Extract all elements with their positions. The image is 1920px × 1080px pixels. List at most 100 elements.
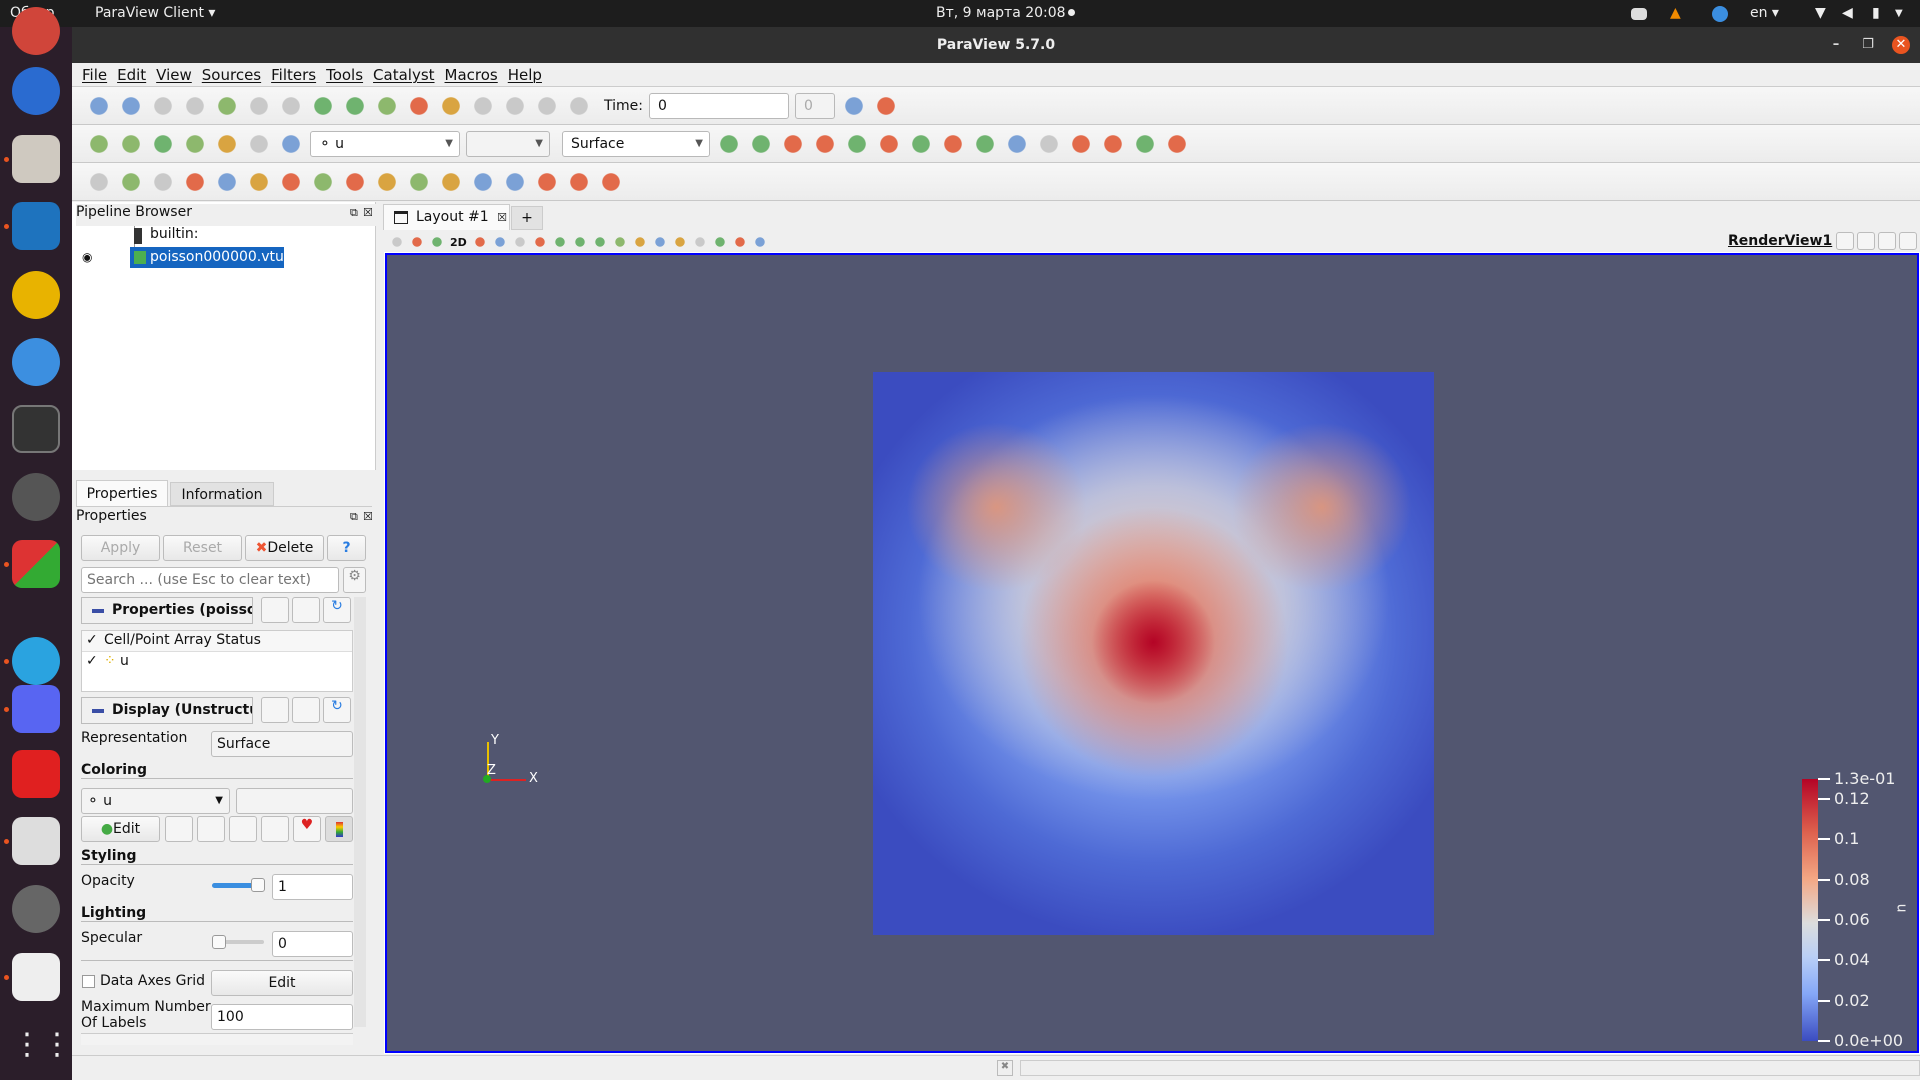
menu-tools[interactable]: Tools (326, 63, 363, 87)
software-icon[interactable] (12, 473, 60, 521)
reset-center-icon[interactable] (1132, 130, 1158, 157)
minimize-button[interactable]: – (1827, 36, 1845, 54)
menu-file[interactable]: File (82, 63, 107, 87)
opacity-slider-handle[interactable] (251, 878, 265, 892)
plot-data-icon[interactable] (470, 168, 496, 195)
representation-select[interactable]: Surface (211, 731, 353, 757)
language-selector[interactable]: en ▾ (1750, 5, 1779, 21)
slice-icon[interactable] (182, 168, 208, 195)
rotate-ccw-icon[interactable] (1036, 130, 1062, 157)
load-state-icon[interactable] (182, 92, 208, 119)
clear-selection-icon[interactable] (752, 235, 767, 249)
toggle-color-legend-icon[interactable] (86, 130, 112, 157)
warp-vector-icon[interactable] (342, 168, 368, 195)
properties-scrollbar[interactable] (354, 597, 366, 1027)
vlc-tray-icon[interactable]: ▲ (1670, 5, 1681, 21)
previous-frame-icon[interactable] (438, 92, 464, 119)
select-cells-on-icon[interactable] (492, 235, 507, 249)
split-vertical-icon[interactable] (1857, 232, 1875, 250)
loop-icon[interactable] (566, 92, 592, 119)
data-axes-grid-edit-button[interactable]: Edit (211, 970, 353, 996)
help-icon[interactable] (12, 338, 60, 386)
close-tab-icon[interactable]: ☒ (497, 211, 507, 224)
next-frame-icon[interactable] (502, 92, 528, 119)
connect-icon[interactable] (214, 92, 240, 119)
extract-subset-icon[interactable] (246, 168, 272, 195)
camera-undo-icon[interactable] (472, 235, 487, 249)
toggle-colorbar-icon[interactable] (325, 816, 353, 842)
volume-icon[interactable]: ◀ (1842, 5, 1853, 21)
reset-camera-icon[interactable] (310, 92, 336, 119)
select-block-icon[interactable] (572, 235, 587, 249)
undo-icon[interactable] (246, 92, 272, 119)
tab-information[interactable]: Information (170, 482, 274, 506)
system-menu-chevron-icon[interactable]: ▼ (1895, 8, 1903, 19)
output-messages-icon[interactable]: ✖ (997, 1060, 1013, 1076)
clock[interactable]: Вт, 9 марта 20:08 (936, 5, 1066, 21)
discord-tray-icon[interactable] (1631, 8, 1647, 20)
center-axes-icon[interactable] (1068, 130, 1094, 157)
specular-slider-handle[interactable] (212, 935, 226, 949)
glyph-icon[interactable] (278, 168, 304, 195)
telegram-icon[interactable] (12, 637, 60, 685)
pick-center-icon[interactable] (1100, 130, 1126, 157)
add-layout-tab-button[interactable]: + (511, 206, 543, 230)
timestep-spinbox[interactable]: 0 (794, 92, 835, 119)
play-icon[interactable] (470, 92, 496, 119)
float-panel-icon[interactable]: ⧉ (350, 206, 358, 220)
show-apps-icon[interactable]: ⋮⋮ (12, 1027, 72, 1075)
notes-icon[interactable] (12, 817, 60, 865)
help-button[interactable]: ? (327, 535, 366, 561)
files-icon[interactable] (12, 135, 60, 183)
close-panel-icon[interactable]: ☒ (363, 510, 373, 523)
zoom-to-box-icon[interactable] (780, 130, 806, 157)
redo-icon[interactable] (278, 92, 304, 119)
find-data-icon[interactable] (840, 92, 867, 119)
split-horizontal-icon[interactable] (1836, 232, 1854, 250)
menu-filters[interactable]: Filters (271, 63, 316, 87)
view-plus-y-icon[interactable] (876, 130, 902, 157)
color-array-select[interactable]: ⚬ u ▼ (310, 130, 460, 157)
view-minus-x-icon[interactable] (844, 130, 870, 157)
refresh-icon[interactable]: ↻ (323, 597, 351, 623)
render-view-name[interactable]: RenderView1 (1728, 233, 1832, 249)
select-polygon-cells-icon[interactable] (632, 235, 647, 249)
discord-icon[interactable] (12, 685, 60, 733)
wifi-icon[interactable]: ▼ (1815, 5, 1826, 21)
select-polygon-points-icon[interactable] (652, 235, 667, 249)
choose-preset-icon[interactable] (165, 816, 193, 842)
rescale-custom-icon[interactable] (229, 816, 257, 842)
menu-sources[interactable]: Sources (202, 63, 261, 87)
rescale-temporal-icon[interactable] (246, 130, 272, 157)
reset-view-icon[interactable] (390, 235, 404, 249)
palette-icon[interactable] (374, 92, 400, 119)
specular-input[interactable]: 0 (272, 931, 353, 957)
edit-colormap-icon[interactable] (118, 130, 144, 157)
group-datasets-icon[interactable] (374, 168, 400, 195)
close-button[interactable]: ✕ (1892, 36, 1910, 54)
rescale-range-icon[interactable] (197, 816, 225, 842)
view-minus-y-icon[interactable] (908, 130, 934, 157)
open-file-icon[interactable] (86, 92, 112, 119)
search-input[interactable] (81, 567, 339, 593)
copy-icon[interactable] (261, 597, 289, 623)
select-cells-with-icon[interactable] (532, 235, 547, 249)
menu-view[interactable]: View (156, 63, 192, 87)
tab-layout-1[interactable]: Layout #1 ☒ (383, 204, 510, 230)
hover-cells-icon[interactable] (732, 235, 747, 249)
terminal-icon[interactable] (12, 405, 60, 453)
close-view-icon[interactable] (1899, 232, 1917, 250)
copy-icon[interactable] (261, 697, 289, 723)
max-labels-input[interactable]: 100 (211, 1004, 353, 1030)
thunderbird-icon[interactable] (12, 67, 60, 115)
close-panel-icon[interactable]: ☒ (363, 206, 373, 219)
hover-points-icon[interactable] (712, 235, 727, 249)
histogram-icon[interactable] (502, 168, 528, 195)
view-plus-z-icon[interactable] (940, 130, 966, 157)
toggle-2d-button[interactable]: 2D (450, 236, 467, 249)
menu-catalyst[interactable]: Catalyst (373, 63, 434, 87)
coloring-array-select[interactable]: ⚬ u ▼ (81, 788, 230, 814)
coloring-component-select[interactable] (236, 788, 353, 814)
paste-icon[interactable] (292, 697, 320, 723)
float-panel-icon[interactable]: ⧉ (350, 510, 358, 524)
